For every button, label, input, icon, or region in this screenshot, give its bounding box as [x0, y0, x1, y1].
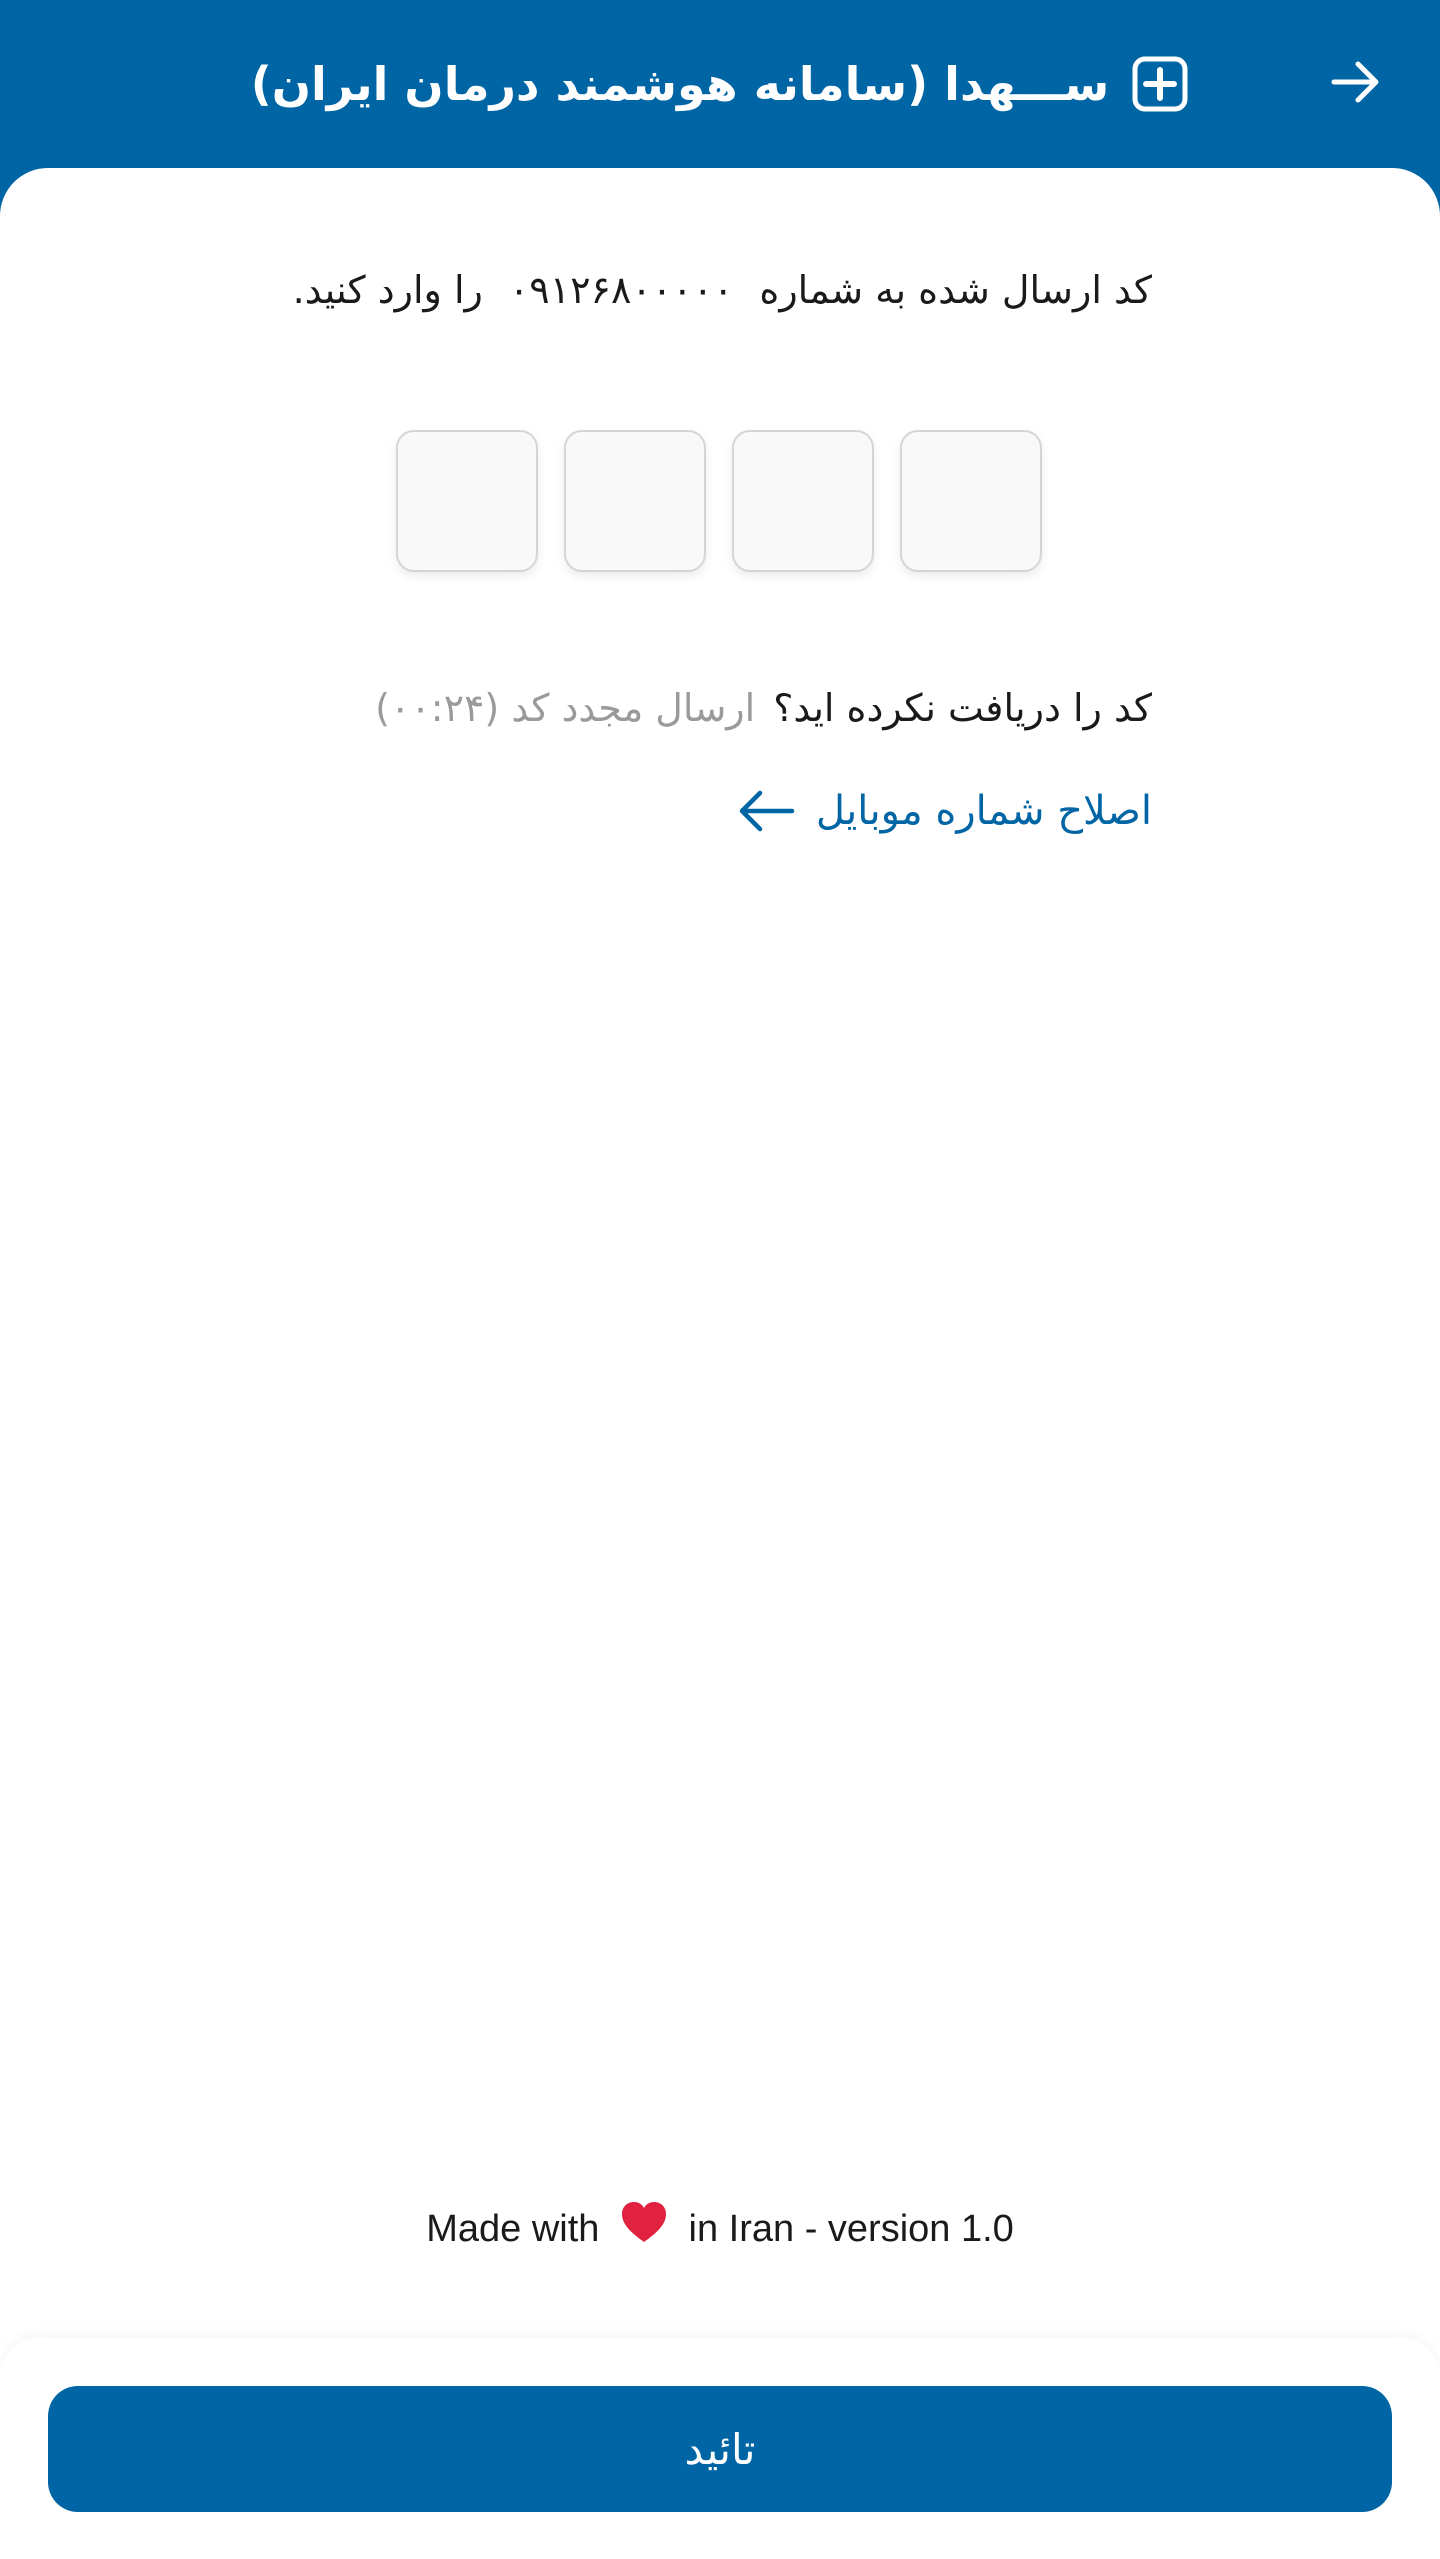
instruction-text: کد ارسال شده به شماره ۰۹۱۲۶۸۰۰۰۰۰ را وارد … [293, 268, 1152, 312]
instruction-after: را وارد کنید. [292, 268, 483, 312]
verification-screen: ســـهدا (سامانه هوشمند درمان ایران) کد ا… [0, 0, 1440, 2559]
header-title-group: ســـهدا (سامانه هوشمند درمان ایران) [0, 48, 1440, 120]
otp-digit-4[interactable] [900, 430, 1042, 572]
edit-phone-label: اصلاح شماره موبایل [815, 788, 1152, 834]
instruction-before: کد ارسال شده به شماره [759, 268, 1152, 312]
bottom-action-bar: تائید [0, 2338, 1440, 2559]
content-sheet: کد ارسال شده به شماره ۰۹۱۲۶۸۰۰۰۰۰ را وارد … [0, 168, 1440, 2559]
edit-phone-link[interactable]: اصلاح شماره موبایل [736, 788, 1152, 834]
app-header: ســـهدا (سامانه هوشمند درمان ایران) [0, 0, 1440, 168]
otp-digit-2[interactable] [564, 430, 706, 572]
phone-number: ۰۹۱۲۶۸۰۰۰۰۰ [508, 268, 734, 312]
resend-row: کد را دریافت نکرده اید؟ ارسال مجدد کد (۰۰… [375, 686, 1152, 730]
confirm-label: تائید [684, 2424, 756, 2474]
resend-question: کد را دریافت نکرده اید؟ [773, 686, 1152, 730]
otp-digit-1[interactable] [396, 430, 538, 572]
heart-icon [620, 2200, 668, 2254]
plus-square-icon [1131, 55, 1189, 113]
arrow-left-icon [739, 790, 795, 832]
confirm-button[interactable]: تائید [48, 2386, 1392, 2512]
otp-input-group [396, 430, 1044, 574]
resend-code-button[interactable]: ارسال مجدد کد (۰۰:۲۴) [375, 686, 755, 730]
made-with-note: Made with in Iran - version 1.0 [0, 2202, 1440, 2258]
in-iran-text: in Iran - version 1.0 [688, 2208, 1014, 2251]
otp-digit-3[interactable] [732, 430, 874, 572]
made-with-text: Made with [426, 2208, 600, 2251]
page-title: ســـهدا (سامانه هوشمند درمان ایران) [250, 57, 1110, 111]
